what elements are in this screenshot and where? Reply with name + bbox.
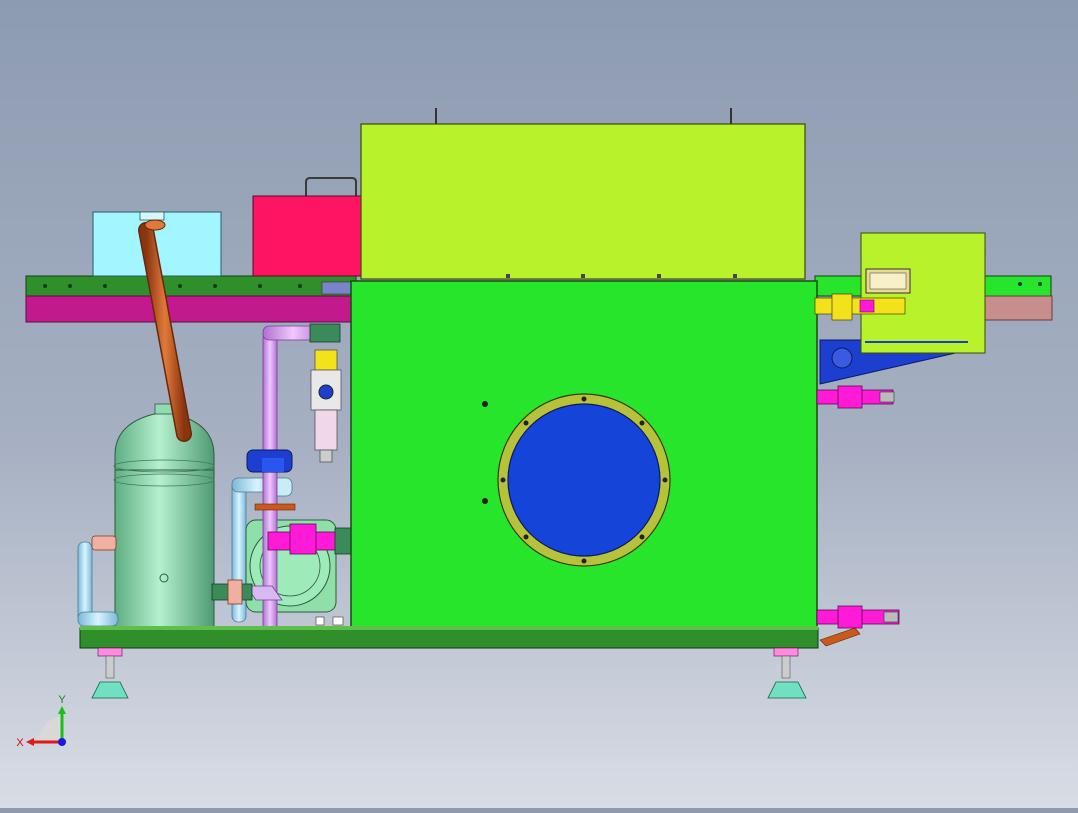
axis-y-label: Y bbox=[58, 694, 66, 706]
upper-cover-housing bbox=[360, 108, 806, 280]
blue-solenoid-valve bbox=[246, 449, 293, 473]
refrigerant-accumulator bbox=[113, 403, 215, 629]
red-control-box bbox=[252, 177, 363, 277]
right-magenta-fitting-upper bbox=[816, 385, 895, 409]
leveling-foot-right bbox=[767, 647, 807, 699]
leveling-foot-left bbox=[91, 647, 129, 699]
cad-viewport[interactable]: Y X bbox=[0, 0, 1078, 808]
axis-x-label: X bbox=[16, 737, 24, 749]
pressure-gauge bbox=[865, 268, 911, 294]
cad-model-drawing[interactable]: Y X bbox=[0, 0, 1078, 808]
air-filter-regulator bbox=[310, 349, 342, 463]
base-plate bbox=[79, 626, 819, 649]
right-magenta-fitting-lower bbox=[816, 605, 900, 647]
frame-rail-left bbox=[25, 275, 357, 323]
coordinate-triad-icon[interactable]: Y X bbox=[16, 694, 66, 749]
inspection-port-window bbox=[497, 393, 671, 567]
